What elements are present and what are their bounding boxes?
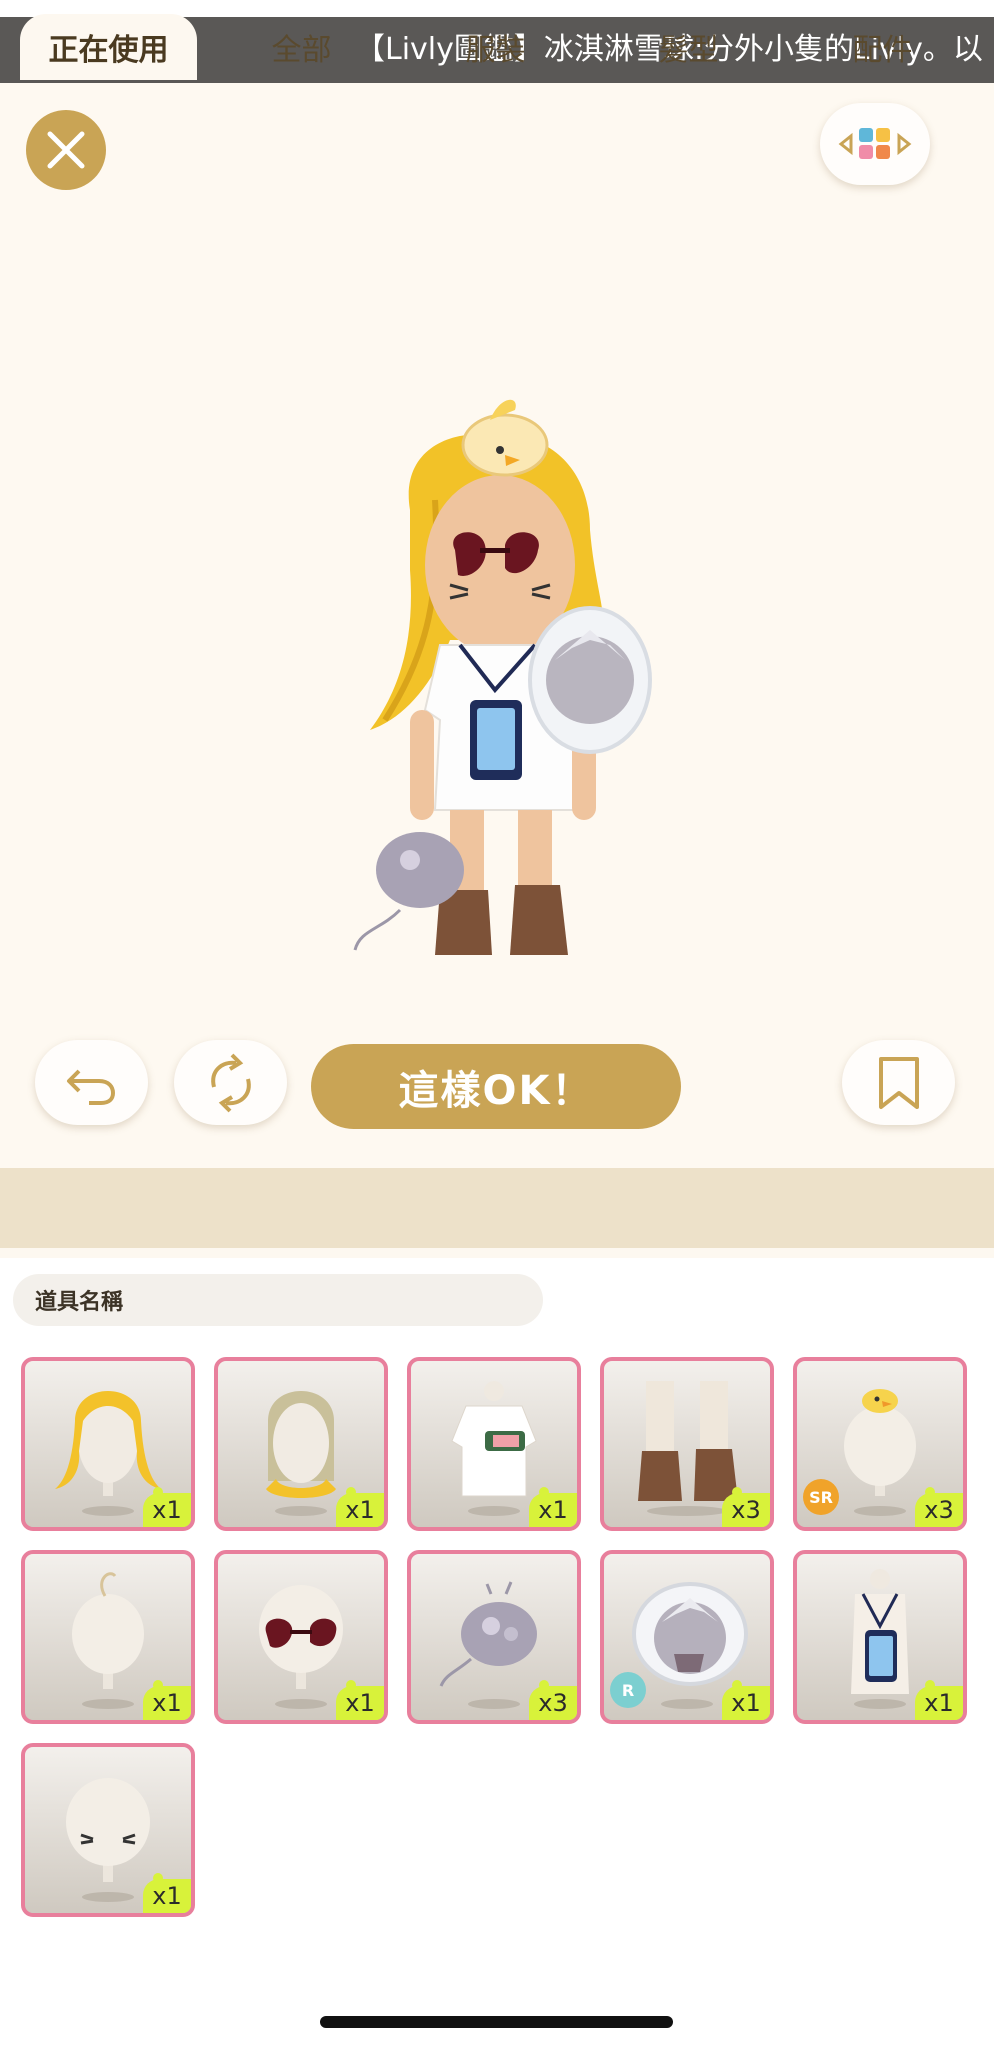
tab-all[interactable]: 全部 [213,14,390,80]
tab-clothing[interactable]: 服裝 [407,14,584,80]
item-tile-character-fan[interactable]: R x1 [600,1550,774,1724]
item-tile-yellow-long-hair-front[interactable]: x1 [214,1357,388,1531]
undo-button[interactable] [35,1040,148,1125]
item-tile-heart-sunglasses[interactable]: x1 [214,1550,388,1724]
rotate-icon [210,1053,251,1112]
quantity-badge: x1 [336,1487,384,1527]
quantity-badge: x1 [915,1680,963,1720]
quantity-badge: x1 [529,1487,577,1527]
rarity-badge: R [610,1672,646,1708]
undo-icon [66,1069,115,1105]
bookmark-icon [878,1056,919,1109]
close-button[interactable] [26,110,106,190]
tab-accessories[interactable]: 配件 [794,14,971,80]
quantity-badge: x1 [143,1680,191,1720]
close-icon [47,131,85,169]
quantity-badge: x1 [143,1873,191,1913]
item-tile-whisker-face[interactable]: x1 [21,1743,195,1917]
rotate-button[interactable] [174,1040,287,1125]
item-tile-phone-lanyard[interactable]: x1 [793,1550,967,1724]
item-tile-brown-paw-boots[interactable]: x3 [600,1357,774,1531]
quantity-badge: x1 [143,1487,191,1527]
quantity-badge: x1 [722,1680,770,1720]
item-tile-purple-fluff-pet[interactable]: x3 [407,1550,581,1724]
grid-switch-icon [838,128,912,159]
item-tile-yellow-long-hair-back[interactable]: x1 [21,1357,195,1531]
item-tile-white-tshirt[interactable]: x1 [407,1357,581,1531]
quantity-badge: x3 [529,1680,577,1720]
quantity-badge: x1 [336,1680,384,1720]
bookmark-button[interactable] [842,1040,955,1125]
avatar-character [353,399,652,955]
category-tab-bar [0,1168,994,1248]
home-indicator[interactable] [320,2016,673,2028]
item-tile-chick-hat[interactable]: SR x3 [793,1357,967,1531]
tab-hairstyle[interactable]: 髮型 [600,14,777,80]
quantity-badge: x3 [722,1487,770,1527]
tab-in-use[interactable]: 正在使用 [20,14,197,80]
layout-switch-button[interactable] [820,103,930,185]
quantity-badge: x3 [915,1487,963,1527]
confirm-ok-button[interactable]: 這樣OK！ [311,1044,681,1129]
rarity-badge: SR [803,1479,839,1515]
tab-underline [0,1248,994,1258]
item-name-search[interactable]: 道具名稱 [13,1274,543,1326]
item-tile-ahoge-hair[interactable]: x1 [21,1550,195,1724]
search-placeholder: 道具名稱 [35,1290,124,1315]
